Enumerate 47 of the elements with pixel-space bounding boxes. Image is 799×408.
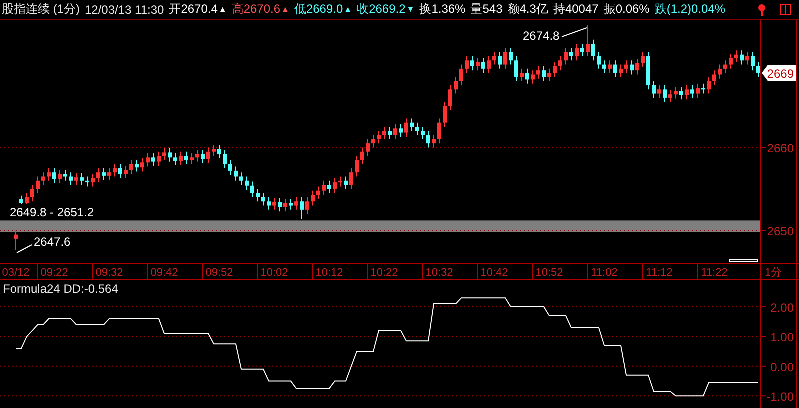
axis-label: 10:52 <box>536 267 564 279</box>
change-arrow: ▲ <box>282 6 290 14</box>
price-tag: 2669 <box>762 65 796 82</box>
quote-value: 持40047 <box>553 1 599 18</box>
axis-label: 10:32 <box>426 267 454 279</box>
axis-label: 2650 <box>767 224 794 239</box>
quote-value: 振0.06% <box>604 1 650 18</box>
quote-value: 量543 <box>470 1 503 18</box>
window-icon[interactable] <box>780 4 791 15</box>
quote-value: 收2669.2 <box>357 1 406 18</box>
axis-label: 09:22 <box>40 267 68 279</box>
quote-value: 跌(1.2)0.04% <box>654 1 726 18</box>
axis-label: 10:02 <box>260 267 288 279</box>
axis-label: 2660 <box>767 142 794 156</box>
axis-label: 11:02 <box>591 267 618 279</box>
axis-label: 1.00 <box>770 330 794 345</box>
change-arrow: ▲ <box>218 6 227 14</box>
axis-label: -1.00 <box>766 390 794 404</box>
datetime: 12/03/13 11:30 <box>85 2 164 16</box>
price-annotation: 2647.6 <box>34 235 71 249</box>
chart-title: 股指连续 (1分) <box>2 1 80 18</box>
axis-label: 09:52 <box>206 267 234 279</box>
axis-label: 11:22 <box>701 267 728 279</box>
change-arrow: ▲ <box>344 6 352 14</box>
quote-value: 高2670.6 <box>232 1 281 18</box>
axis-label: 10:12 <box>316 267 344 279</box>
axis-label: 03/12 <box>2 267 30 279</box>
leader-line <box>16 244 32 254</box>
axis-label: 10:22 <box>370 267 398 279</box>
indicator-title: Formula24 DD:-0.564 <box>3 282 118 296</box>
change-arrow: ▼ <box>406 6 415 14</box>
leader-line <box>562 28 588 38</box>
band-label: 2649.8 - 2651.2 <box>10 206 94 220</box>
quote-value: 开2670.4 <box>169 1 218 18</box>
axis-label: 09:32 <box>96 267 124 279</box>
axis-label: 10:42 <box>480 267 508 279</box>
quote-value: 额4.3亿 <box>508 1 548 18</box>
quote-value: 低2669.0 <box>294 1 344 18</box>
scroll-indicator <box>729 259 758 262</box>
period-label: 1分 <box>765 267 782 279</box>
price-annotation: 2674.8 <box>523 29 560 43</box>
pin-icon[interactable] <box>757 4 767 16</box>
axis-label: 0.00 <box>770 360 794 374</box>
quote-value: 换1.36% <box>420 1 466 18</box>
axis-label: 2.00 <box>770 301 794 316</box>
axis-label: 11:12 <box>646 267 673 279</box>
axis-label: 09:42 <box>150 267 178 279</box>
